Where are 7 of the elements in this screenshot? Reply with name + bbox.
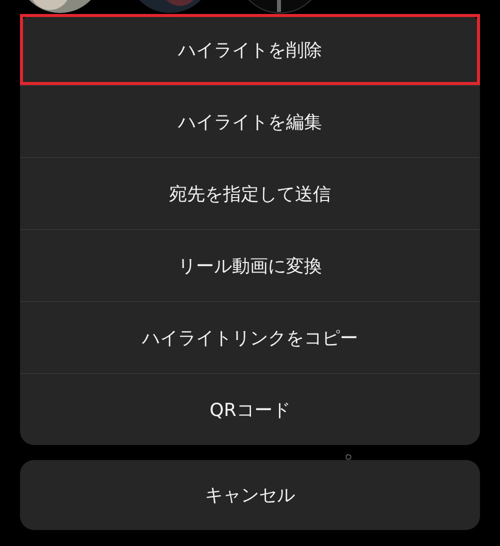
cancel-button[interactable]: キャンセル [20, 460, 480, 530]
menu-item[interactable]: 宛先を指定して送信 [20, 157, 480, 229]
menu-item[interactable]: ハイライトを削除 [20, 14, 480, 85]
menu-item[interactable]: ハイライトを編集 [20, 85, 480, 157]
menu-item[interactable]: ハイライトリンクをコピー [20, 301, 480, 373]
menu-item[interactable]: リール動画に変換 [20, 229, 480, 301]
menu-item[interactable]: QRコード [20, 373, 480, 445]
